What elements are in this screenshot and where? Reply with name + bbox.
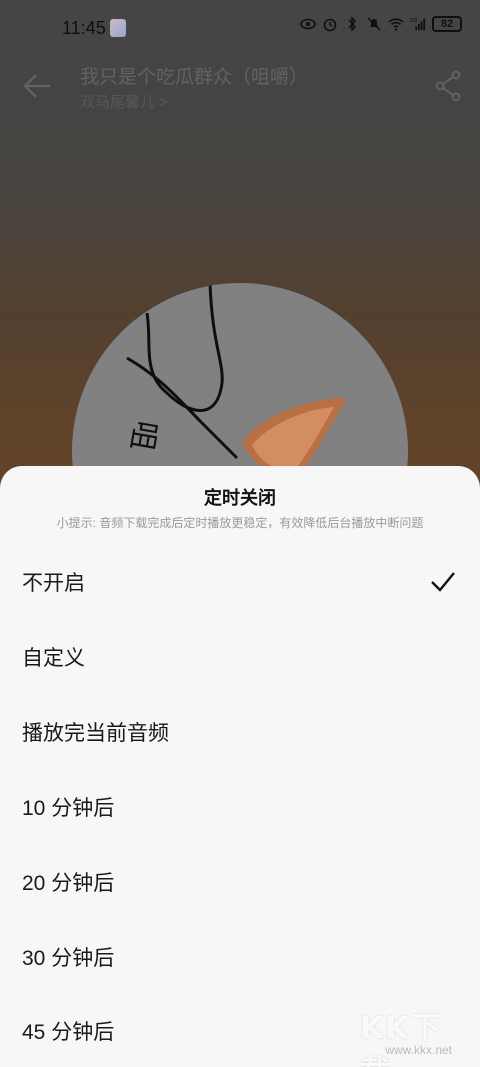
watermark: KK下载 www.kkx.net [360, 1003, 470, 1067]
option-label: 播放完当前音频 [22, 722, 169, 745]
option-label: 30 分钟后 [22, 947, 115, 970]
option-label: 10 分钟后 [22, 797, 115, 820]
option-label: 20 分钟后 [22, 872, 115, 895]
option-30-min[interactable]: 30 分钟后 [0, 927, 480, 987]
option-custom[interactable]: 自定义 [0, 627, 480, 687]
option-after-current[interactable]: 播放完当前音频 [0, 702, 480, 762]
option-label: 不开启 [22, 572, 85, 595]
option-20-min[interactable]: 20 分钟后 [0, 852, 480, 912]
check-icon [431, 572, 455, 592]
option-10-min[interactable]: 10 分钟后 [0, 777, 480, 837]
option-label: 45 分钟后 [22, 1021, 115, 1044]
option-label: 自定义 [22, 647, 85, 670]
sheet-tip: 小提示: 音频下载完成后定时播放更稳定，有效降低后台播放中断问题 [56, 516, 424, 530]
watermark-url: www.kkx.net [385, 1043, 452, 1057]
watermark-logo: KK下载 [360, 1011, 443, 1067]
sheet-title: 定时关闭 [204, 488, 276, 508]
option-off[interactable]: 不开启 [0, 552, 480, 612]
sleep-timer-sheet: 定时关闭 小提示: 音频下载完成后定时播放更稳定，有效降低后台播放中断问题 不开… [0, 466, 480, 1067]
